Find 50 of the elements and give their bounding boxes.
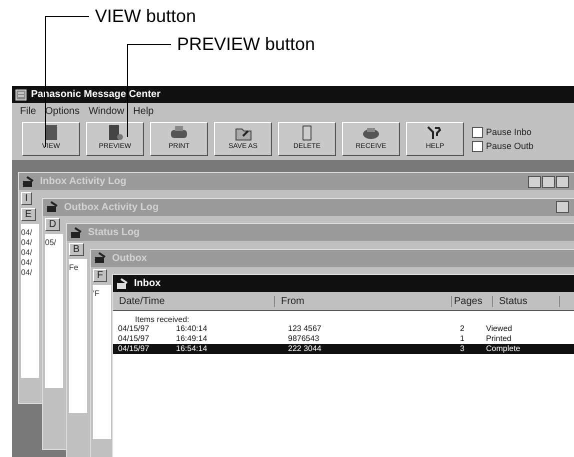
- list-text: 04/: [21, 248, 34, 258]
- table-cell-text: 04/15/97: [117, 334, 150, 344]
- table-cell-text: 9876543: [288, 334, 320, 344]
- group-label: Items received:: [134, 314, 190, 324]
- column-header[interactable]: Date/Time: [113, 296, 275, 306]
- column-header: B: [69, 243, 84, 256]
- column-header: E: [21, 208, 36, 221]
- window-title: Inbox: [134, 278, 161, 289]
- window-title: Outbox: [112, 252, 147, 264]
- list-text: 04/: [21, 238, 34, 248]
- table-cell-text: 04/15/97: [117, 324, 150, 334]
- list-text: Fe: [69, 263, 80, 273]
- list-text: 04/: [21, 268, 34, 278]
- column-header: D: [45, 218, 60, 230]
- table-cell-text: 123 4567: [288, 324, 322, 334]
- table-row[interactable]: 04/15/97 16:49:14 9876543 1 Printed: [113, 334, 574, 344]
- window-title: Outbox Activity Log: [64, 202, 159, 212]
- window-title: Panasonic Message Center: [31, 89, 160, 100]
- list-text: 04/: [21, 258, 34, 268]
- checkbox-label: Pause Inbo: [486, 127, 532, 137]
- table-cell-text: Printed: [486, 334, 512, 344]
- table-row[interactable]: 04/15/97 16:54:14 222 3044 3 Complete: [113, 344, 574, 354]
- column-header[interactable]: From: [275, 296, 452, 306]
- table-cell-text: 1: [460, 334, 466, 344]
- table-cell-text: 3: [460, 344, 466, 354]
- table-cell-text: 04/15/97: [117, 344, 150, 354]
- list-text: 04/: [21, 228, 34, 238]
- callout-label: VIEW button: [95, 6, 196, 27]
- menu-item[interactable]: Window: [88, 106, 124, 117]
- list-text: 05/: [45, 238, 58, 248]
- table-cell-text: 222 3044: [288, 344, 322, 354]
- column-header: I: [21, 192, 32, 205]
- window-title: Inbox Activity Log: [40, 176, 126, 187]
- column-header: F: [93, 268, 108, 282]
- menu-item[interactable]: File: [20, 106, 36, 117]
- column-header[interactable]: Pages: [452, 296, 493, 306]
- table-cell-text: Complete: [486, 344, 522, 354]
- table-cell-text: 16:40:14: [176, 324, 208, 334]
- menu-item[interactable]: Options: [45, 106, 80, 117]
- table-cell-text: 2: [460, 324, 466, 334]
- table-cell-text: Viewed: [486, 324, 514, 334]
- table-row[interactable]: 04/15/97 16:40:14 123 4567 2 Viewed: [113, 324, 574, 334]
- callout-label: PREVIEW button: [177, 34, 316, 55]
- table-cell-text: 16:49:14: [176, 334, 208, 344]
- checkbox-label: Pause Outb: [486, 141, 534, 151]
- menu-item[interactable]: Help: [133, 106, 154, 117]
- column-header[interactable]: Status: [493, 296, 560, 306]
- table-cell-text: 16:54:14: [176, 344, 208, 354]
- list-text: 'F: [93, 288, 100, 298]
- window-title: Status Log: [88, 227, 140, 238]
